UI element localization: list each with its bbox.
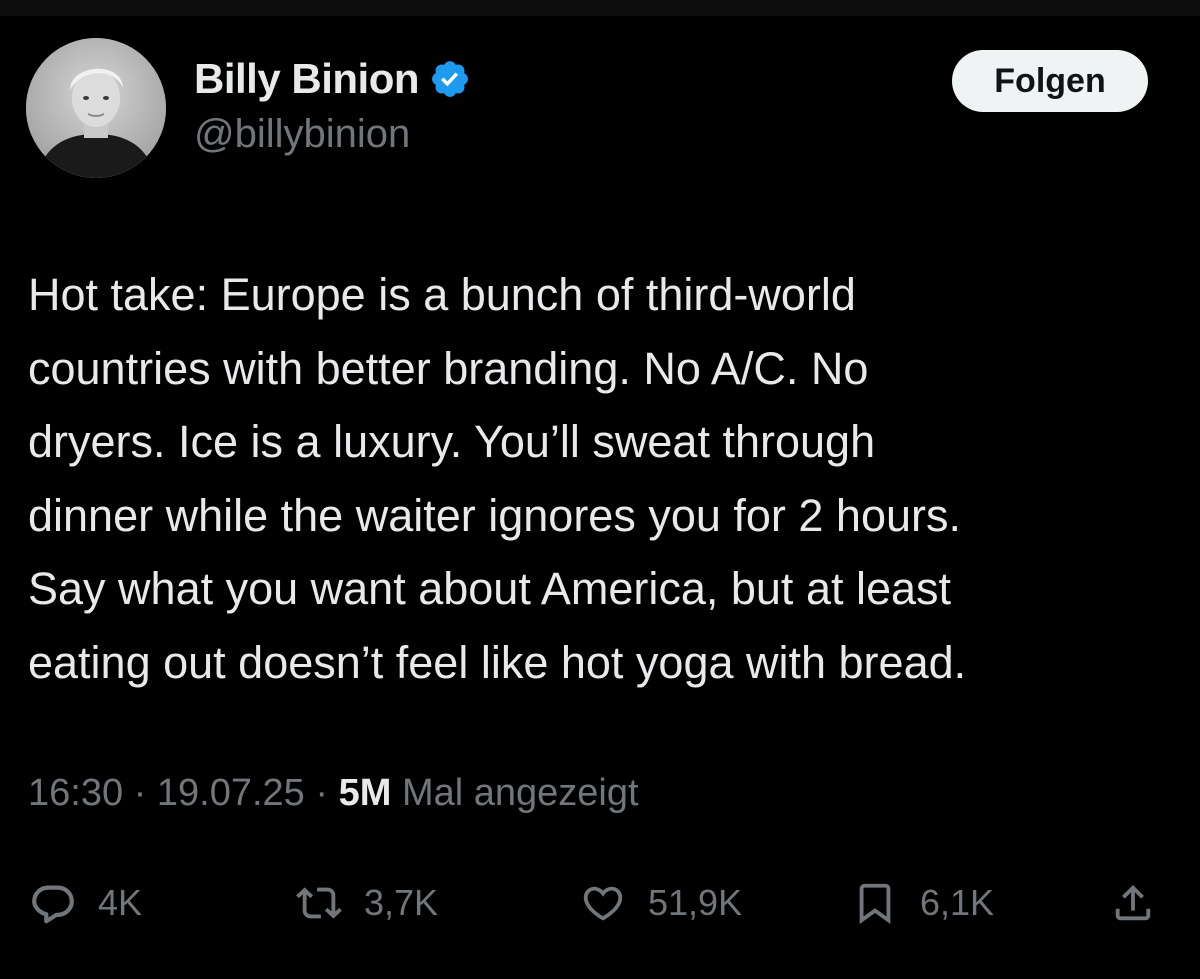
tweet-date[interactable]: 19.07.25 xyxy=(157,772,305,814)
tweet-line: dinner while the waiter ignores you for … xyxy=(28,489,962,541)
meta-separator: · xyxy=(315,772,329,814)
reply-icon xyxy=(32,885,74,924)
tweet-line: eating out doesn’t feel like hot yoga wi… xyxy=(28,636,967,688)
meta-separator: · xyxy=(133,772,147,814)
repost-button[interactable]: 3,7K xyxy=(296,868,438,938)
tweet-meta: 16:30 · 19.07.25 · 5M Mal angezeigt xyxy=(28,772,639,815)
tweet-line: countries with better branding. No A/C. … xyxy=(28,342,869,394)
bookmark-icon xyxy=(859,883,891,924)
author-name-row: Billy Binion xyxy=(194,52,471,106)
avatar[interactable] xyxy=(26,38,166,178)
display-name[interactable]: Billy Binion xyxy=(194,55,420,103)
share-button[interactable] xyxy=(1110,868,1156,938)
author-handle[interactable]: @billybinion xyxy=(194,112,410,157)
tweet-line: Hot take: Europe is a bunch of third-wor… xyxy=(28,269,856,320)
bookmark-button[interactable]: 6,1K xyxy=(852,868,994,938)
follow-button[interactable]: Folgen xyxy=(952,50,1148,112)
tweet-actions: 4K 3,7K 51,9K 6,1K xyxy=(0,868,1200,938)
views-count[interactable]: 5M xyxy=(339,772,392,814)
like-count: 51,9K xyxy=(648,882,743,923)
share-icon xyxy=(1115,884,1151,921)
heart-icon xyxy=(583,886,623,921)
reply-button[interactable]: 4K xyxy=(30,868,142,938)
repost-icon xyxy=(296,887,342,919)
verified-badge-icon xyxy=(432,61,468,97)
tweet-line: Say what you want about America, but at … xyxy=(28,563,952,614)
top-edge xyxy=(0,0,1200,16)
tweet-text: Hot take: Europe is a bunch of third-wor… xyxy=(28,258,1178,699)
avatar-photo xyxy=(26,38,166,178)
tweet-time[interactable]: 16:30 xyxy=(28,772,123,814)
like-button[interactable]: 51,9K xyxy=(580,868,742,938)
tweet-line: dryers. Ice is a luxury. You’ll sweat th… xyxy=(28,416,876,467)
views-label[interactable]: Mal angezeigt xyxy=(402,772,639,814)
reply-count: 4K xyxy=(98,882,143,923)
bookmark-count: 6,1K xyxy=(920,882,995,923)
repost-count: 3,7K xyxy=(364,882,439,923)
